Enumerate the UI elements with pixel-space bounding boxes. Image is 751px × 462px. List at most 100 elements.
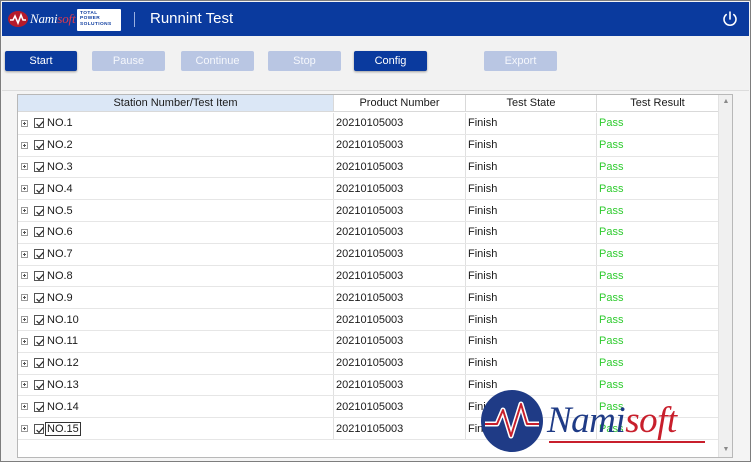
state-cell: Finish xyxy=(466,113,597,134)
namisoft-logo: Namisoft xyxy=(8,10,76,28)
watermark-logo-icon xyxy=(481,390,543,452)
watermark-underline xyxy=(549,441,705,443)
watermark-suffix: soft xyxy=(625,400,677,441)
station-cell: NO.12 xyxy=(18,352,334,374)
station-cell: NO.2 xyxy=(18,134,334,156)
expand-icon[interactable] xyxy=(21,228,28,236)
column-header-state[interactable]: Test State xyxy=(466,95,597,112)
station-label: NO.14 xyxy=(47,400,79,413)
station-cell: NO.9 xyxy=(18,287,334,309)
table-row[interactable]: NO.8 20210105003 Finish Pass xyxy=(18,265,719,288)
expand-icon[interactable] xyxy=(21,337,28,345)
result-cell: Pass xyxy=(597,222,719,243)
namisoft-watermark: Namisoft xyxy=(479,389,711,453)
expand-icon[interactable] xyxy=(21,359,28,367)
logo-suffix: soft xyxy=(57,11,76,26)
station-checkbox[interactable] xyxy=(34,270,44,281)
station-label: NO.2 xyxy=(47,139,73,152)
table-row[interactable]: NO.4 20210105003 Finish Pass xyxy=(18,178,719,201)
expand-icon[interactable] xyxy=(21,250,28,258)
table-row[interactable]: NO.7 20210105003 Finish Pass xyxy=(18,243,719,266)
station-checkbox[interactable] xyxy=(34,401,44,412)
station-checkbox[interactable] xyxy=(34,161,44,172)
expand-icon[interactable] xyxy=(21,272,28,280)
result-cell: Pass xyxy=(597,134,719,156)
product-cell: 20210105003 xyxy=(334,287,466,309)
expand-icon[interactable] xyxy=(21,316,28,324)
column-header-station[interactable]: Station Number/Test Item xyxy=(18,95,334,112)
expand-icon[interactable] xyxy=(21,294,28,302)
scroll-up-icon[interactable]: ▲ xyxy=(722,98,730,106)
expand-icon[interactable] xyxy=(21,381,28,389)
table-row[interactable]: NO.5 20210105003 Finish Pass xyxy=(18,200,719,222)
table-row[interactable]: NO.3 20210105003 Finish Pass xyxy=(18,156,719,179)
stop-button[interactable]: Stop xyxy=(268,51,341,71)
column-header-product[interactable]: Product Number xyxy=(334,95,466,112)
expand-icon[interactable] xyxy=(21,207,28,215)
station-checkbox[interactable] xyxy=(34,249,44,260)
power-icon[interactable] xyxy=(721,10,739,28)
station-checkbox[interactable] xyxy=(34,423,44,434)
start-button[interactable]: Start xyxy=(5,51,77,71)
station-checkbox[interactable] xyxy=(34,118,44,129)
table-row[interactable]: NO.9 20210105003 Finish Pass xyxy=(18,287,719,310)
station-checkbox[interactable] xyxy=(34,183,44,194)
state-cell: Finish xyxy=(466,243,597,265)
column-header-result[interactable]: Test Result xyxy=(597,95,719,112)
station-cell: NO.14 xyxy=(18,396,334,418)
station-cell: NO.4 xyxy=(18,178,334,200)
station-cell: NO.3 xyxy=(18,156,334,178)
station-checkbox[interactable] xyxy=(34,314,44,325)
station-label: NO.1 xyxy=(47,117,73,130)
state-cell: Finish xyxy=(466,222,597,243)
result-cell: Pass xyxy=(597,309,719,330)
product-cell: 20210105003 xyxy=(334,418,466,439)
continue-button[interactable]: Continue xyxy=(181,51,254,71)
station-label: NO.15 xyxy=(45,421,81,436)
station-checkbox[interactable] xyxy=(34,358,44,369)
expand-icon[interactable] xyxy=(21,119,28,127)
partner-logo: TOTAL POWER SOLUTIONS xyxy=(77,9,121,31)
station-cell: NO.6 xyxy=(18,222,334,243)
export-button[interactable]: Export xyxy=(484,51,557,71)
title-bar: Namisoft TOTAL POWER SOLUTIONS Runnint T… xyxy=(2,2,749,36)
scroll-down-icon[interactable]: ▼ xyxy=(722,446,730,454)
station-cell: NO.10 xyxy=(18,309,334,330)
result-cell: Pass xyxy=(597,156,719,178)
station-label: NO.8 xyxy=(47,269,73,282)
product-cell: 20210105003 xyxy=(334,309,466,330)
station-checkbox[interactable] xyxy=(34,205,44,216)
station-cell: NO.1 xyxy=(18,113,334,134)
vertical-scrollbar[interactable]: ▲ ▼ xyxy=(718,95,732,457)
config-button[interactable]: Config xyxy=(354,51,427,71)
table-row[interactable]: NO.2 20210105003 Finish Pass xyxy=(18,134,719,157)
station-cell: NO.5 xyxy=(18,200,334,221)
station-label: NO.13 xyxy=(47,378,79,391)
station-cell: NO.8 xyxy=(18,265,334,287)
result-cell: Pass xyxy=(597,178,719,200)
station-checkbox[interactable] xyxy=(34,140,44,151)
station-cell: NO.7 xyxy=(18,243,334,265)
table-row[interactable]: NO.10 20210105003 Finish Pass xyxy=(18,309,719,331)
expand-icon[interactable] xyxy=(21,403,28,411)
watermark-prefix: Nami xyxy=(547,400,626,441)
product-cell: 20210105003 xyxy=(334,243,466,265)
toolbar: Start Pause Continue Stop Config Export xyxy=(2,36,749,91)
pause-button[interactable]: Pause xyxy=(92,51,165,71)
result-cell: Pass xyxy=(597,113,719,134)
product-cell: 20210105003 xyxy=(334,396,466,418)
station-checkbox[interactable] xyxy=(34,227,44,238)
table-row[interactable]: NO.11 20210105003 Finish Pass xyxy=(18,331,719,353)
expand-icon[interactable] xyxy=(21,141,28,149)
table-row[interactable]: NO.12 20210105003 Finish Pass xyxy=(18,352,719,375)
station-label: NO.4 xyxy=(47,182,73,195)
expand-icon[interactable] xyxy=(21,163,28,171)
station-checkbox[interactable] xyxy=(34,336,44,347)
station-checkbox[interactable] xyxy=(34,292,44,303)
table-row[interactable]: NO.6 20210105003 Finish Pass xyxy=(18,222,719,244)
expand-icon[interactable] xyxy=(21,185,28,193)
station-label: NO.5 xyxy=(47,204,73,217)
expand-icon[interactable] xyxy=(21,425,28,433)
station-checkbox[interactable] xyxy=(34,379,44,390)
table-row[interactable]: NO.1 20210105003 Finish Pass xyxy=(18,113,719,135)
